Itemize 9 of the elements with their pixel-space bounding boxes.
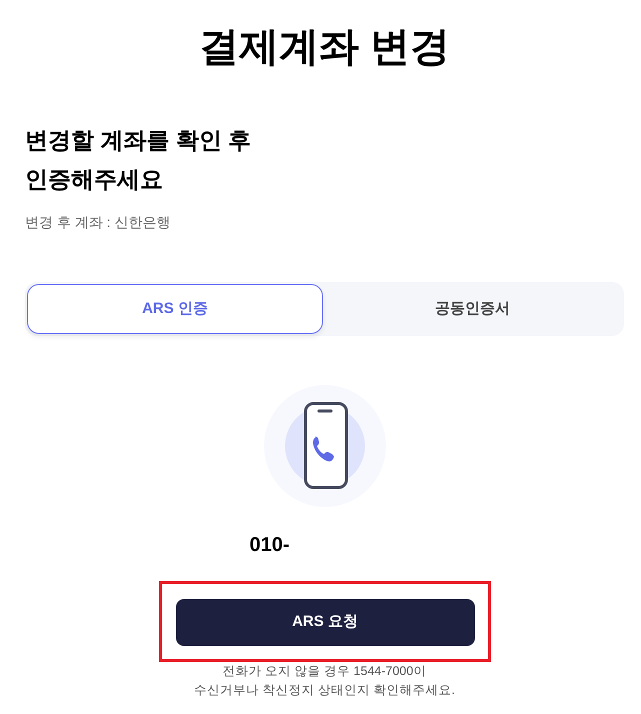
phone-call-icon — [264, 385, 386, 507]
ars-request-button[interactable]: ARS 요청 — [176, 599, 474, 646]
phone-number-text: 010- — [250, 533, 291, 558]
instruction-heading: 변경할 계좌를 확인 후 인증해주세요 — [25, 126, 252, 194]
tab[interactable]: ARS 인증 — [27, 284, 323, 334]
notice-text: 전화가 오지 않을 경우 1544-7000이 수신거부나 착신정지 상태인지 확인해주세요. — [193, 663, 456, 699]
page-title: 결제계좌 변경 — [198, 24, 452, 71]
account-info-text: 변경 후 계좌 : 신한은행 — [25, 213, 172, 232]
tab[interactable]: 공동인증서 — [323, 284, 622, 334]
